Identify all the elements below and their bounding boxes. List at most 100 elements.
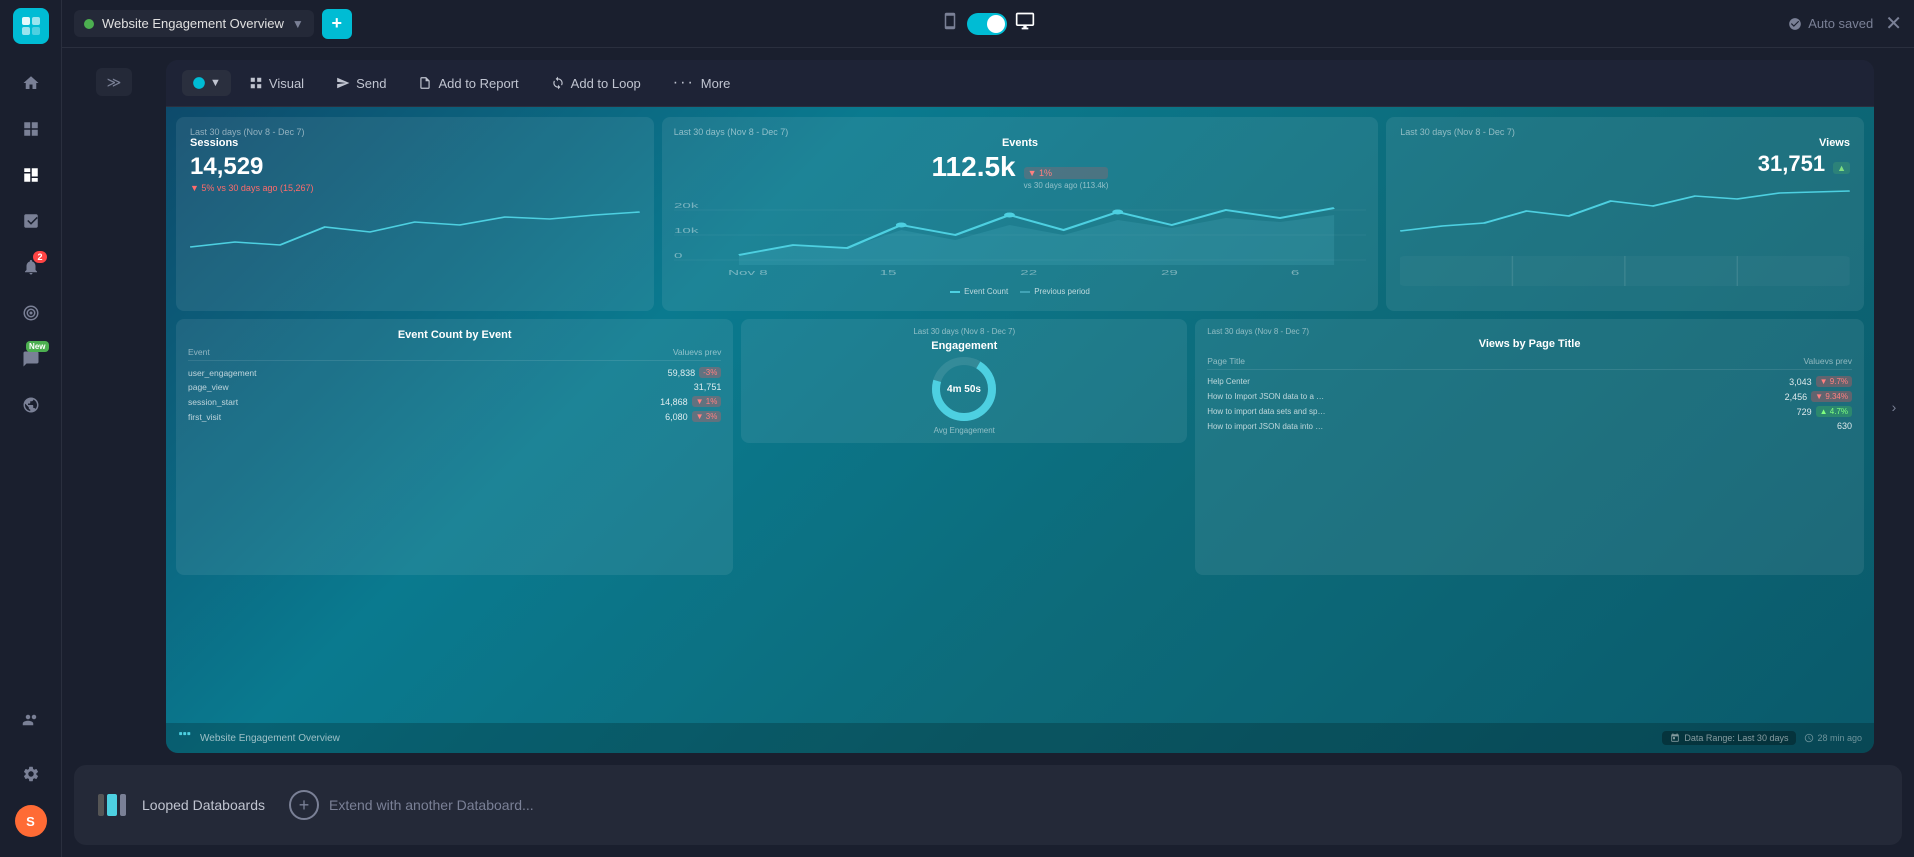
user-avatar[interactable]: S: [15, 805, 47, 837]
auto-saved-text: Auto saved: [1808, 16, 1873, 31]
content-area: ≫ ▼ Visual Send: [62, 48, 1914, 857]
table-row: How to Import JSON data to a Google Shee…: [1207, 389, 1852, 404]
collapse-sidebar-button[interactable]: ≫: [96, 68, 132, 96]
events-change-detail: vs 30 days ago (113.4k): [1024, 181, 1109, 190]
page-1: Help Center: [1207, 377, 1327, 386]
row-value-2: 31,751: [694, 382, 722, 392]
row-value-1: 59,838: [668, 368, 696, 378]
table-row: Help Center 3,043 ▼ 9.7%: [1207, 374, 1852, 389]
svg-text:6: 6: [1291, 268, 1300, 276]
engagement-col: Last 30 days (Nov 8 - Dec 7) Engagement …: [741, 319, 1187, 575]
looped-databoards-section: Looped Databoards + Extend with another …: [74, 765, 1902, 845]
mobile-icon[interactable]: [941, 12, 959, 35]
color-dropdown[interactable]: ▼: [182, 70, 231, 96]
extend-label: Extend with another Databoard...: [329, 797, 534, 813]
sidebar-item-settings-bottom[interactable]: [11, 754, 51, 794]
topbar-right: Auto saved ✕: [1788, 11, 1902, 36]
sidebar-item-team[interactable]: [11, 700, 51, 740]
title-dropdown-icon: ▼: [292, 17, 304, 31]
sidebar-item-discover[interactable]: [11, 385, 51, 425]
views-period: Last 30 days (Nov 8 - Dec 7): [1400, 127, 1850, 137]
events-change-pct: ▼ 1%: [1024, 167, 1109, 179]
col-vs: vs prev: [1825, 356, 1852, 366]
dashboard-preview: Last 30 days (Nov 8 - Dec 7) Sessions 14…: [166, 107, 1874, 753]
table-row: first_visit 6,080 ▼ 3%: [188, 409, 721, 424]
page-4: How to import JSON data into a Google Sh…: [1207, 422, 1327, 431]
dashboard-card: ▼ Visual Send Add to Report: [166, 60, 1874, 753]
row-change-4: ▼ 3%: [692, 411, 722, 422]
sessions-period: Last 30 days (Nov 8 - Dec 7): [190, 127, 640, 137]
sidebar-item-dashboards[interactable]: [11, 155, 51, 195]
views-by-page-title: Views by Page Title: [1207, 338, 1852, 350]
svg-text:20k: 20k: [674, 201, 699, 209]
engagement-sub: Avg Engagement: [934, 426, 995, 435]
svg-text:15: 15: [879, 268, 896, 276]
row-event-3: session_start: [188, 397, 660, 407]
sessions-card: Last 30 days (Nov 8 - Dec 7) Sessions 14…: [176, 117, 654, 311]
messages-new-badge: New: [26, 341, 48, 352]
looped-icon: [98, 794, 126, 816]
views-by-page-card: Last 30 days (Nov 8 - Dec 7) Views by Pa…: [1195, 319, 1864, 575]
extend-button[interactable]: + Extend with another Databoard...: [289, 790, 534, 820]
add-to-loop-button[interactable]: Add to Loop: [537, 70, 655, 97]
row-event-4: first_visit: [188, 412, 665, 422]
sidebar-item-apps[interactable]: [11, 109, 51, 149]
sidebar-item-goals[interactable]: [11, 293, 51, 333]
bar-2: [107, 794, 117, 816]
more-button[interactable]: ··· More: [659, 68, 745, 98]
sidebar-item-home[interactable]: [11, 63, 51, 103]
toolbar: ▼ Visual Send Add to Report: [166, 60, 1874, 107]
footer-title: Website Engagement Overview: [200, 733, 340, 744]
page-val-2: 2,456: [1772, 392, 1807, 402]
sidebar-item-analytics[interactable]: [11, 201, 51, 241]
preview-footer: Website Engagement Overview Data Range: …: [166, 723, 1874, 753]
table-row: page_view 31,751: [188, 380, 721, 394]
desktop-icon[interactable]: [1015, 11, 1035, 36]
sidebar-item-alerts[interactable]: 2: [11, 247, 51, 287]
top-stats-row: Last 30 days (Nov 8 - Dec 7) Sessions 14…: [176, 117, 1864, 311]
page-change-2: ▼ 9.34%: [1811, 391, 1852, 402]
add-to-report-button[interactable]: Add to Report: [404, 70, 532, 97]
main-row: ≫ ▼ Visual Send: [74, 60, 1902, 753]
footer-logo: [178, 731, 192, 745]
add-button[interactable]: +: [322, 9, 352, 39]
sidebar: 2 New S: [0, 0, 62, 857]
row-value-4: 6,080: [665, 412, 688, 422]
events-value: 112.5k: [932, 151, 1016, 183]
alerts-badge: 2: [33, 251, 46, 263]
views-value: 31,751: [1758, 151, 1825, 177]
view-toggle[interactable]: [967, 13, 1007, 35]
page-2: How to Import JSON data to a Google Shee…: [1207, 392, 1327, 401]
updated-text: 28 min ago: [1817, 733, 1862, 743]
table-row: How to import data sets and spreadsheets…: [1207, 404, 1852, 419]
svg-text:22: 22: [1020, 268, 1037, 276]
status-indicator: [84, 19, 94, 29]
row-change-3: ▼ 1%: [692, 396, 722, 407]
dashboard-title: Website Engagement Overview: [102, 16, 284, 31]
table-row: session_start 14,868 ▼ 1%: [188, 394, 721, 409]
right-panel-toggle[interactable]: ›: [1886, 60, 1902, 753]
app-logo[interactable]: [13, 8, 49, 44]
send-button[interactable]: Send: [322, 70, 400, 97]
close-button[interactable]: ✕: [1885, 11, 1902, 36]
visual-button[interactable]: Visual: [235, 70, 318, 97]
device-toggle-group: [941, 11, 1035, 36]
svg-text:29: 29: [1161, 268, 1178, 276]
topbar: Website Engagement Overview ▼ + Auto sav…: [62, 0, 1914, 48]
sidebar-item-messages[interactable]: New: [11, 339, 51, 379]
table-row: How to import JSON data into a Google Sh…: [1207, 419, 1852, 433]
views-card: Last 30 days (Nov 8 - Dec 7) Views 31,75…: [1386, 117, 1864, 311]
views-change: ▲: [1833, 162, 1850, 174]
events-label: Events: [674, 137, 1367, 149]
dashboard-title-btn[interactable]: Website Engagement Overview ▼: [74, 10, 314, 37]
sessions-chart: [190, 197, 640, 257]
bar-1: [98, 794, 104, 816]
sessions-value: 14,529: [190, 153, 640, 181]
extend-circle-icon: +: [289, 790, 319, 820]
row-change-1: -3%: [699, 367, 721, 378]
row-event-2: page_view: [188, 382, 694, 392]
views-sub-chart: [1400, 246, 1850, 296]
engagement-value: 4m 50s: [947, 384, 981, 395]
legend-event-count: Event Count: [964, 287, 1008, 296]
col-page: Page Title: [1207, 356, 1803, 366]
